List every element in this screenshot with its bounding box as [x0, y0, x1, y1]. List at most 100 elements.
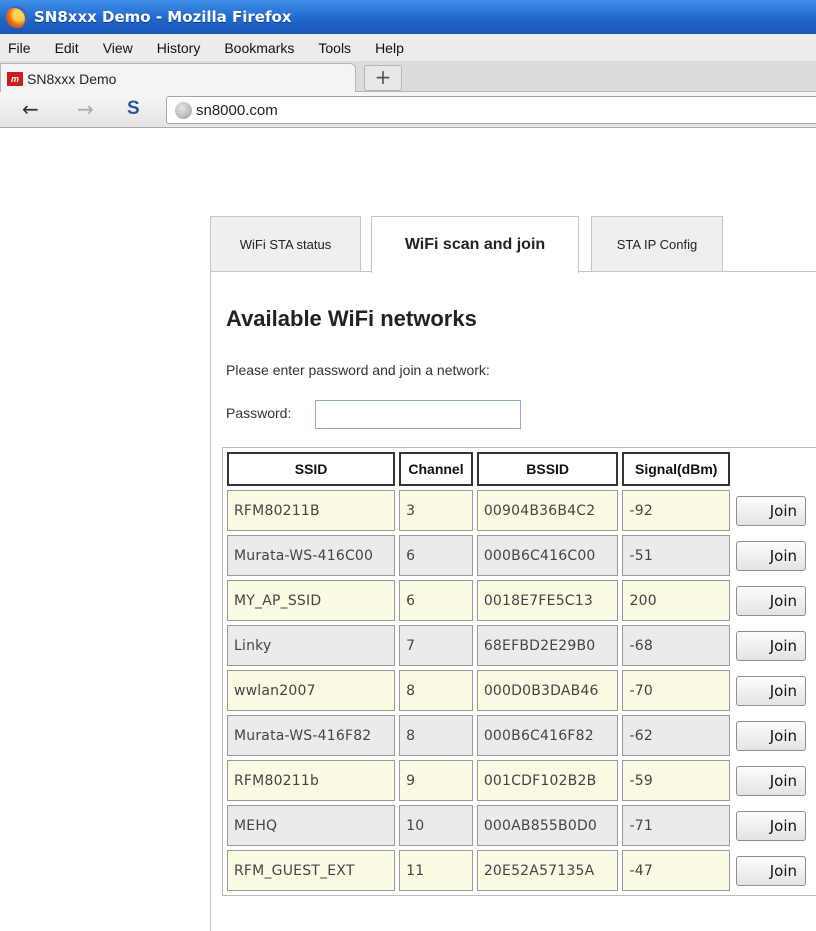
globe-icon	[175, 101, 192, 119]
tab-wifi-scan-and-join[interactable]: WiFi scan and join	[371, 216, 579, 273]
tab-wifi-sta-status[interactable]: WiFi STA status	[210, 216, 361, 272]
table-row: RFM_GUEST_EXT 11 20E52A57135A -47 Join	[227, 850, 812, 891]
signal-cell: -70	[622, 670, 730, 711]
table-row: RFM80211B 3 00904B36B4C2 -92 Join	[227, 490, 812, 531]
ssid-cell: Murata-WS-416F82	[227, 715, 396, 756]
tab-sta-ip-config[interactable]: STA IP Config	[591, 216, 723, 272]
header-action	[734, 452, 812, 486]
join-button[interactable]: Join	[736, 495, 806, 526]
action-cell: Join	[734, 760, 812, 801]
table-row: wwlan2007 8 000D0B3DAB46 -70 Join	[227, 670, 812, 711]
join-button[interactable]: Join	[736, 720, 806, 751]
join-button[interactable]: Join	[736, 585, 806, 616]
ssid-cell: MY_AP_SSID	[227, 580, 396, 621]
browser-tab[interactable]: m SN8xxx Demo	[0, 63, 356, 93]
window-title: SN8xxx Demo - Mozilla Firefox	[34, 8, 292, 26]
channel-cell: 11	[399, 850, 473, 891]
bssid-cell: 00904B36B4C2	[476, 490, 619, 531]
bssid-cell: 000AB855B0D0	[476, 805, 619, 846]
header-ssid: SSID	[227, 452, 396, 486]
header-signal: Signal(dBm)	[622, 452, 730, 486]
bssid-cell: 001CDF102B2B	[476, 760, 619, 801]
tab-strip: m SN8xxx Demo +	[0, 61, 816, 93]
channel-cell: 8	[399, 670, 473, 711]
forward-arrow-icon[interactable]: →	[77, 99, 94, 119]
signal-cell: -51	[622, 535, 730, 576]
firefox-icon	[6, 6, 28, 28]
menu-bookmarks[interactable]: Bookmarks	[224, 40, 294, 56]
menu-file[interactable]: File	[8, 40, 31, 56]
menu-edit[interactable]: Edit	[55, 40, 79, 56]
action-cell: Join	[734, 625, 812, 666]
table-row: MEHQ 10 000AB855B0D0 -71 Join	[227, 805, 812, 846]
action-cell: Join	[734, 670, 812, 711]
bssid-cell: 000B6C416C00	[476, 535, 619, 576]
ssid-cell: RFM_GUEST_EXT	[227, 850, 396, 891]
channel-cell: 3	[399, 490, 473, 531]
url-text: sn8000.com	[196, 101, 278, 119]
header-bssid: BSSID	[476, 452, 619, 486]
page-heading: Available WiFi networks	[226, 306, 477, 331]
header-channel: Channel	[399, 452, 473, 486]
action-cell: Join	[734, 580, 812, 621]
signal-cell: -71	[622, 805, 730, 846]
signal-cell: -92	[622, 490, 730, 531]
signal-cell: -62	[622, 715, 730, 756]
password-input[interactable]	[315, 400, 521, 429]
sync-s-icon[interactable]: S	[127, 98, 140, 120]
ssid-cell: Linky	[227, 625, 396, 666]
bssid-cell: 68EFBD2E29B0	[476, 625, 619, 666]
channel-cell: 6	[399, 580, 473, 621]
join-button[interactable]: Join	[736, 540, 806, 571]
action-cell: Join	[734, 715, 812, 756]
bssid-cell: 0018E7FE5C13	[476, 580, 619, 621]
url-bar[interactable]: sn8000.com	[166, 96, 816, 124]
bssid-cell: 000B6C416F82	[476, 715, 619, 756]
signal-cell: -68	[622, 625, 730, 666]
table-body: RFM80211B 3 00904B36B4C2 -92 Join Murata-WS-4…	[227, 490, 812, 891]
bssid-cell: 000D0B3DAB46	[476, 670, 619, 711]
bssid-cell: 20E52A57135A	[476, 850, 619, 891]
new-tab-button[interactable]: +	[364, 65, 402, 91]
back-arrow-icon[interactable]: ←	[22, 99, 39, 119]
action-cell: Join	[734, 490, 812, 531]
action-cell: Join	[734, 850, 812, 891]
join-button[interactable]: Join	[736, 855, 806, 886]
table-row: Murata-WS-416C00 6 000B6C416C00 -51 Join	[227, 535, 812, 576]
join-button[interactable]: Join	[736, 810, 806, 841]
ssid-cell: Murata-WS-416C00	[227, 535, 396, 576]
menu-view[interactable]: View	[103, 40, 133, 56]
table-header-row: SSID Channel BSSID Signal(dBm)	[227, 452, 812, 486]
password-label: Password:	[226, 405, 292, 421]
channel-cell: 9	[399, 760, 473, 801]
window-titlebar: SN8xxx Demo - Mozilla Firefox	[0, 0, 816, 34]
table-row: RFM80211b 9 001CDF102B2B -59 Join	[227, 760, 812, 801]
action-cell: Join	[734, 805, 812, 846]
ssid-cell: MEHQ	[227, 805, 396, 846]
ssid-cell: RFM80211B	[227, 490, 396, 531]
join-button[interactable]: Join	[736, 630, 806, 661]
channel-cell: 10	[399, 805, 473, 846]
menu-tools[interactable]: Tools	[318, 40, 351, 56]
channel-cell: 7	[399, 625, 473, 666]
table-row: MY_AP_SSID 6 0018E7FE5C13 200 Join	[227, 580, 812, 621]
join-button[interactable]: Join	[736, 765, 806, 796]
channel-cell: 8	[399, 715, 473, 756]
ssid-cell: wwlan2007	[227, 670, 396, 711]
ssid-cell: RFM80211b	[227, 760, 396, 801]
join-button[interactable]: Join	[736, 675, 806, 706]
action-cell: Join	[734, 535, 812, 576]
menu-help[interactable]: Help	[375, 40, 404, 56]
table-row: Linky 7 68EFBD2E29B0 -68 Join	[227, 625, 812, 666]
browser-tab-label: SN8xxx Demo	[27, 70, 117, 87]
menu-bar: File Edit View History Bookmarks Tools H…	[0, 34, 816, 61]
channel-cell: 6	[399, 535, 473, 576]
navigation-bar: ← → S sn8000.com	[0, 92, 816, 128]
networks-table: SSID Channel BSSID Signal(dBm) RFM80211B…	[222, 447, 816, 896]
signal-cell: 200	[622, 580, 730, 621]
signal-cell: -59	[622, 760, 730, 801]
signal-cell: -47	[622, 850, 730, 891]
table-row: Murata-WS-416F82 8 000B6C416F82 -62 Join	[227, 715, 812, 756]
menu-history[interactable]: History	[157, 40, 201, 56]
instruction-text: Please enter password and join a network…	[226, 362, 490, 378]
